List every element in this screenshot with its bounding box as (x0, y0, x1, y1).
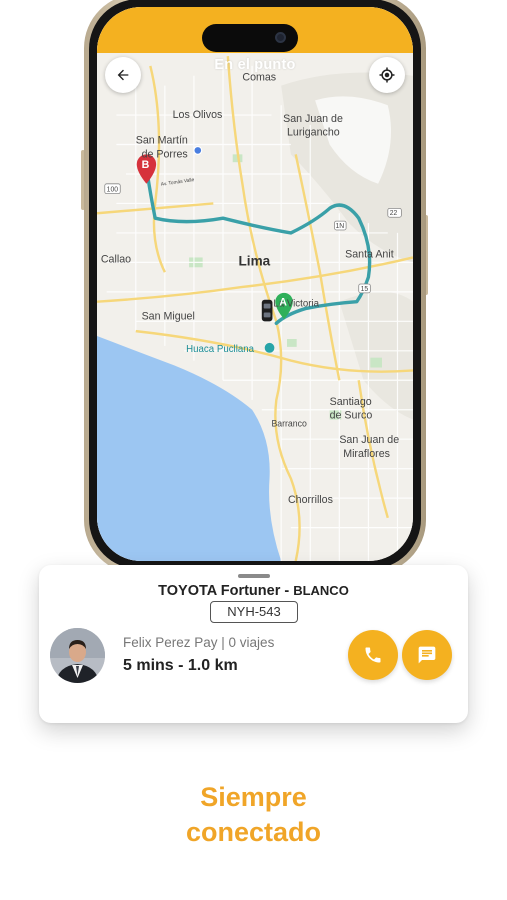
map-label-sjm: San Juan de (339, 434, 399, 446)
map-label-barranco: Barranco (271, 418, 306, 428)
map-label-chorrillos: Chorrillos (288, 494, 333, 506)
camera-icon (275, 32, 286, 43)
map-label-comas: Comas (242, 72, 276, 84)
driver-avatar (50, 628, 105, 683)
trip-card: TOYOTA Fortuner - BLANCO NYH-543 Felix Pe… (39, 565, 468, 723)
back-button[interactable] (105, 57, 141, 93)
message-icon (418, 646, 436, 664)
phone-bezel: Comas Los Olivos San Martín de Porres Sa… (89, 0, 421, 569)
my-location-icon (379, 67, 395, 83)
tagline-line-1: Siempre (200, 782, 307, 812)
message-driver-button[interactable] (402, 630, 452, 680)
eta-distance: 5 mins - 1.0 km (123, 657, 238, 674)
map-label-sjl: San Juan de (283, 113, 343, 125)
map-label-sjm: Miraflores (343, 448, 390, 460)
map-road-100: 100 (107, 187, 119, 194)
marker-b-label: B (142, 159, 150, 171)
app-screen: Comas Los Olivos San Martín de Porres Sa… (97, 7, 413, 561)
map-label-sjl: Lurigancho (287, 127, 340, 139)
map-road-22: 22 (390, 210, 398, 217)
vehicle-model: TOYOTA Fortuner - (158, 583, 290, 599)
phone-icon (365, 647, 381, 663)
map-label-huaca: Huaca Pucllana (186, 344, 254, 355)
drag-handle[interactable] (238, 574, 270, 578)
map-label-santa-anita: Santa Anit (345, 248, 394, 260)
map-label-lima: Lima (239, 253, 271, 268)
map-label-santiago: de Surco (330, 410, 373, 422)
my-location-button[interactable] (369, 57, 405, 93)
license-plate: NYH-543 (210, 601, 298, 623)
call-driver-button[interactable] (348, 630, 398, 680)
page-title: En el punto (214, 57, 296, 73)
arrow-left-icon (117, 69, 129, 81)
tagline: Siempre conectado (0, 780, 507, 850)
map-label-callao: Callao (101, 253, 131, 265)
vehicle-info: TOYOTA Fortuner - BLANCO (39, 582, 468, 600)
tagline-line-2: conectado (185, 817, 322, 847)
dynamic-island (202, 24, 298, 52)
vehicle-color: BLANCO (293, 583, 349, 598)
map-label-los-olivos: Los Olivos (173, 109, 223, 121)
marker-a-label: A (279, 297, 287, 309)
map[interactable]: Comas Los Olivos San Martín de Porres Sa… (97, 7, 413, 561)
map-road-15: 15 (361, 286, 369, 293)
map-label-santiago: Santiago (330, 396, 372, 408)
map-label-san-martin: San Martín (136, 134, 188, 146)
map-road-1n: 1N (335, 223, 344, 230)
phone-mockup: Comas Los Olivos San Martín de Porres Sa… (84, 0, 426, 574)
map-label-san-miguel: San Miguel (142, 310, 195, 322)
driver-info: Felix Perez Pay | 0 viajes (123, 635, 275, 650)
